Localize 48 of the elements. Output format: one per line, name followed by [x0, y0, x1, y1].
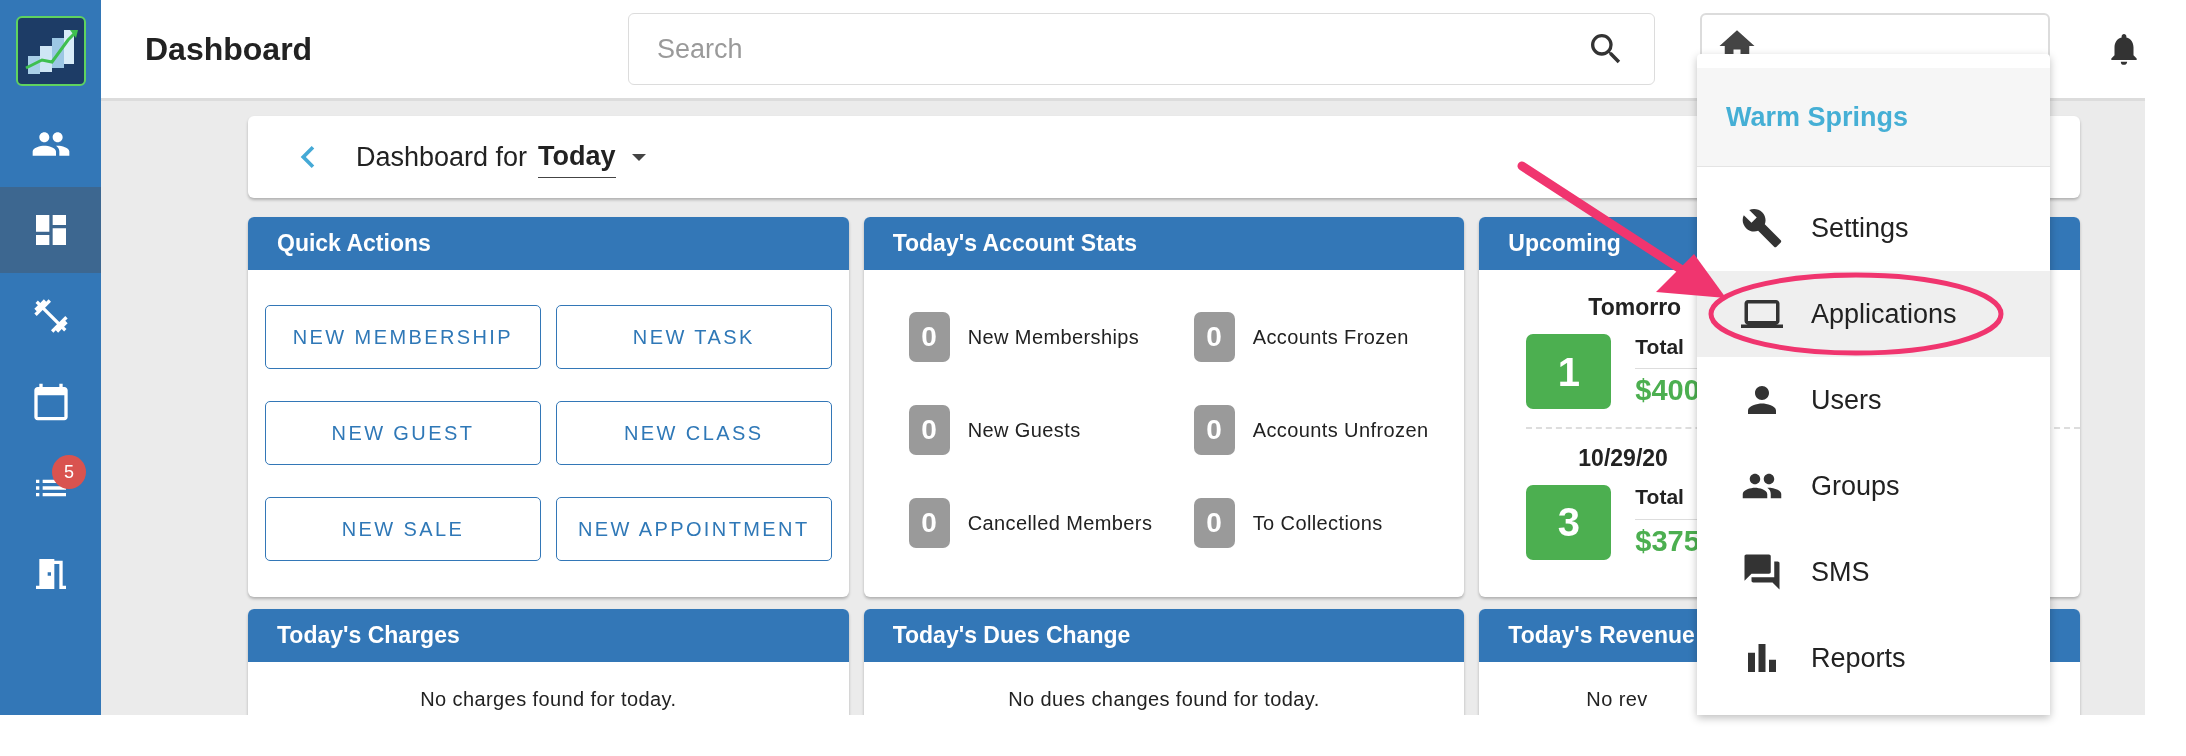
sidebar-item[interactable]: 5 [0, 445, 101, 531]
empty-message: No dues changes found for today. [1008, 688, 1320, 710]
card-title: Today's Charges [277, 621, 460, 651]
sidebar-item[interactable] [0, 187, 101, 273]
card-title: Quick Actions [277, 229, 431, 259]
stat-label: Cancelled Members [967, 511, 1153, 536]
stat-label: New Guests [967, 418, 1081, 443]
charge-count: 1 [1526, 334, 1612, 409]
charge-count: 3 [1526, 484, 1612, 560]
action-button[interactable]: NEW MEMBERSHIP [265, 305, 541, 369]
empty-message: No rev [1586, 688, 1648, 710]
card-title: Today's Revenue [1508, 621, 1695, 651]
menu-item[interactable]: Groups [1697, 443, 2050, 529]
menu-title: Warm Springs [1726, 100, 1909, 134]
period-dropdown[interactable]: Today [538, 136, 646, 178]
stat-label: Accounts Unfrozen [1252, 418, 1429, 443]
count-badge: 0 [908, 498, 950, 548]
empty-message: No charges found for today. [420, 688, 677, 710]
count-badge: 0 [908, 312, 950, 362]
count-badge: 0 [1193, 405, 1235, 455]
action-button[interactable]: NEW TASK [555, 305, 832, 369]
charge-date: Tomorro [1588, 293, 1682, 322]
dashboard-label: Dashboard for [356, 140, 528, 174]
count-badge: 0 [1193, 312, 1235, 362]
menu-item[interactable]: Settings [1697, 185, 2050, 271]
notification-badge: 5 [52, 455, 86, 489]
search-field[interactable]: Search [628, 13, 1655, 85]
action-button[interactable]: NEW APPOINTMENT [555, 497, 832, 561]
action-button[interactable]: NEW CLASS [555, 401, 832, 465]
count-badge: 0 [1193, 498, 1235, 548]
page-title: Dashboard [145, 30, 314, 69]
card-title: Upcoming [1508, 229, 1621, 259]
stat-label: To Collections [1252, 511, 1383, 536]
caret-icon [631, 153, 646, 161]
wrench-icon [1741, 207, 1783, 249]
card-title: Today's Account Stats [892, 229, 1138, 259]
stat-label: New Memberships [967, 325, 1140, 350]
logo[interactable] [15, 15, 86, 86]
menu-item[interactable]: Reports [1697, 615, 2050, 701]
card-title: Today's Dues Change [892, 621, 1131, 651]
action-button[interactable]: NEW GUEST [265, 401, 541, 465]
search-input[interactable]: Search [657, 28, 1586, 70]
charge-date: 10/29/20 [1578, 443, 1668, 473]
menu-item[interactable]: SMS [1697, 529, 2050, 615]
action-button[interactable]: NEW SALE [265, 497, 541, 561]
stat-label: Accounts Frozen [1252, 325, 1409, 350]
count-badge: 0 [908, 405, 950, 455]
menu-item[interactable]: Users [1697, 357, 2050, 443]
